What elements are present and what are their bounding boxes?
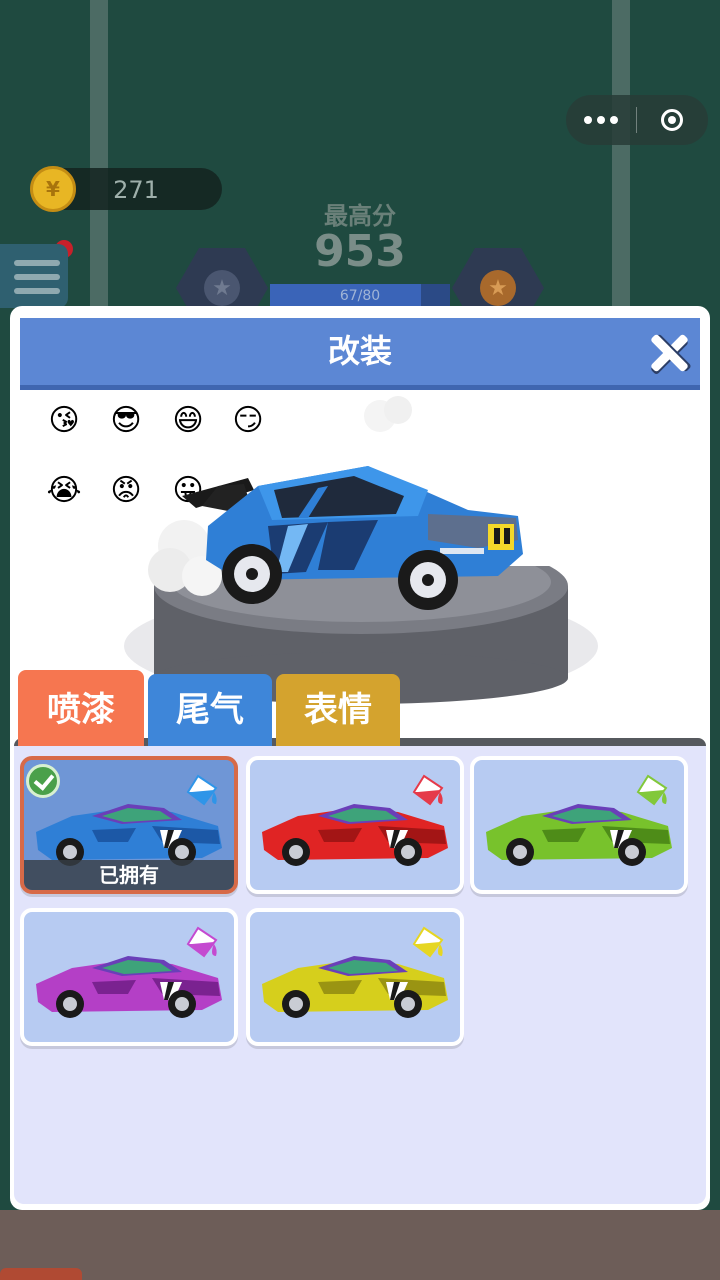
paint-card[interactable] [246,908,464,1046]
emoji-grin-icon: 😄 [172,402,204,438]
smoke-puff [364,396,412,432]
coin-icon: ¥ [30,166,76,212]
tab-emoji[interactable]: 表情 [276,674,400,746]
tab-paint[interactable]: 喷漆 [18,670,144,750]
level-progress: 67/80 [270,284,450,308]
paint-bucket-icon [412,774,444,806]
coin-count: 271 [113,176,159,204]
car-preview [182,466,523,610]
owned-label: 已拥有 [24,860,234,890]
paint-card[interactable] [246,756,464,894]
level-progress-text: 67/80 [339,288,381,304]
ground [0,1210,720,1280]
emoji-cool-icon: 😎 [110,402,142,438]
paint-grid: 已拥有 [14,746,706,1204]
close-program-icon[interactable] [637,95,707,145]
tab-exhaust[interactable]: 尾气 [148,674,272,746]
paint-card[interactable]: 已拥有 [20,756,238,894]
emoji-angry-icon: 😡 [110,472,142,508]
modal-header: 改装 [20,318,700,390]
paint-bucket-icon [412,926,444,958]
paint-bucket-icon [636,774,668,806]
bottom-button[interactable] [0,1268,82,1280]
emoji-smirk-icon: 😏 [232,402,264,438]
track-pole [612,0,630,320]
modal-title: 改装 [327,332,392,370]
paint-bucket-icon [186,774,218,806]
star-icon: ★ [204,270,240,306]
close-icon[interactable] [646,330,692,376]
paint-bucket-icon [186,926,218,958]
paint-card[interactable] [20,908,238,1046]
more-icon[interactable] [566,95,636,145]
menu-button[interactable] [0,244,68,308]
best-score: 953 [314,226,406,277]
mini-program-capsule [566,95,708,145]
track-pole [90,0,108,320]
star-icon: ★ [480,270,516,306]
check-icon [26,764,60,798]
customize-modal: 改装 😘 😎 😄 😏 😭 😡 😛 喷漆 尾气 表情 已拥有 [10,306,710,1210]
emoji-cry-icon: 😭 [46,472,82,508]
paint-card[interactable] [470,756,688,894]
emoji-kiss-icon: 😘 [48,402,80,438]
